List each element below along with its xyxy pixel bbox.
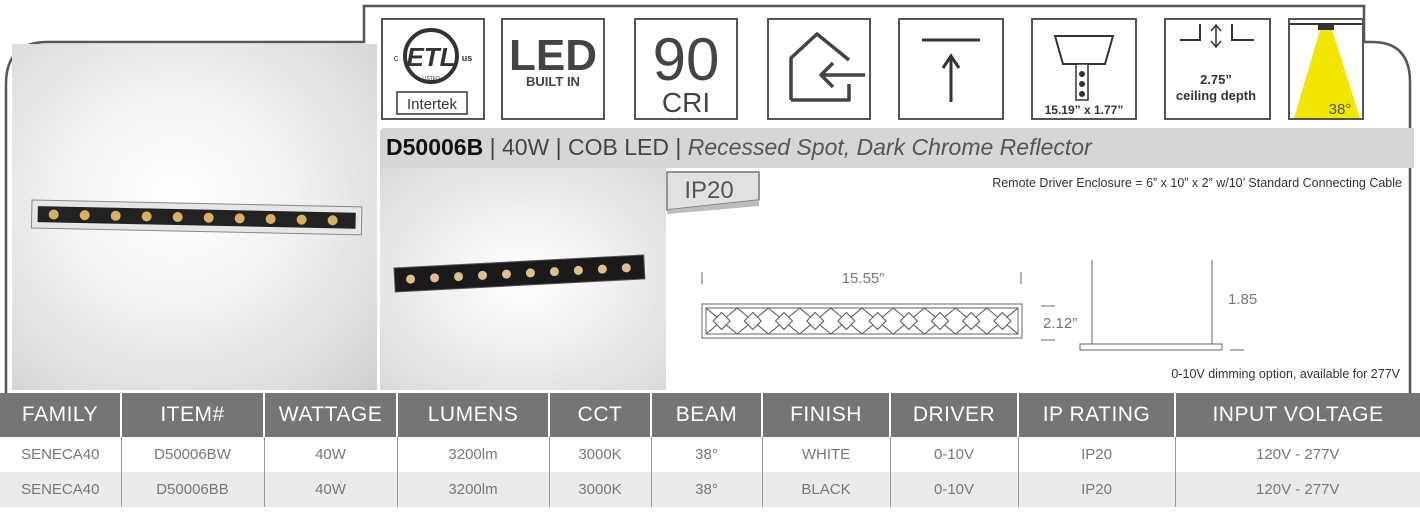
- col-header-finish: FINISH: [762, 393, 891, 437]
- cell-family: SENECA40: [0, 437, 122, 472]
- cell-beam: 38°: [651, 472, 763, 507]
- ip-badge-text: IP20: [684, 177, 733, 204]
- cell-wattage: 40W: [264, 472, 398, 507]
- cell-lumens: 3200lm: [397, 437, 550, 472]
- spec-table: FAMILY ITEM# WATTAGE LUMENS CCT BEAM FIN…: [0, 393, 1420, 507]
- beam-angle-icon: 38°: [1288, 18, 1364, 120]
- dimensions-label-text: 15.19” x 1.77”: [1045, 103, 1124, 117]
- col-header-driver: DRIVER: [890, 393, 1019, 437]
- height-dimension: 1.85”: [1228, 291, 1258, 308]
- ceiling-value-text: 2.75”: [1200, 72, 1232, 87]
- col-header-wattage: WATTAGE: [264, 393, 398, 437]
- length-dimension: 15.55”: [842, 270, 885, 287]
- title-separator: |: [669, 134, 688, 160]
- indoor-use-icon: [767, 18, 871, 120]
- cell-input-voltage: 120V - 277V: [1175, 437, 1420, 472]
- ceiling-depth-icon: 2.75” ceiling depth: [1164, 18, 1271, 120]
- etl-c-text: c: [394, 53, 399, 63]
- table-row: SENECA40 D50006BW 40W 3200lm 3000K 38° W…: [0, 437, 1420, 472]
- cell-cct: 3000K: [549, 472, 652, 507]
- dimming-note: 0-10V dimming option, available for 277V: [1171, 367, 1400, 381]
- fixture-drawing-side: [1079, 260, 1223, 351]
- cell-driver: 0-10V: [890, 472, 1019, 507]
- cri-label-text: CRI: [662, 87, 710, 118]
- cell-ip-rating: IP20: [1018, 437, 1176, 472]
- col-header-lumens: LUMENS: [397, 393, 550, 437]
- cell-item: D50006BW: [121, 437, 265, 472]
- cell-lumens: 3200lm: [397, 472, 550, 507]
- cell-wattage: 40W: [264, 437, 398, 472]
- cri-value-text: 90: [653, 26, 720, 93]
- ceiling-label-text: ceiling depth: [1176, 88, 1256, 103]
- col-header-family: FAMILY: [0, 393, 122, 437]
- col-header-input-voltage: INPUT VOLTAGE: [1175, 393, 1420, 437]
- etl-mark-text: ETL: [406, 42, 455, 72]
- led-big-text: LED: [509, 31, 597, 80]
- width-dimension: 2.12”: [1043, 315, 1077, 332]
- direct-light-icon: [898, 18, 1004, 120]
- led-built-in-icon: LED BUILT IN: [501, 18, 605, 120]
- cri-icon: 90 CRI: [634, 18, 738, 120]
- product-code: D50006B: [386, 134, 484, 160]
- product-title-bar: D50006B | 40W | COB LED | Recessed Spot,…: [380, 128, 1414, 168]
- col-header-item: ITEM#: [121, 393, 265, 437]
- led-small-text: BUILT IN: [526, 74, 580, 89]
- remote-driver-note: Remote Driver Enclosure = 6” x 10” x 2” …: [992, 176, 1402, 190]
- cell-cct: 3000K: [549, 437, 652, 472]
- etl-listed-text: LISTED: [422, 76, 440, 82]
- dimensions-icon: 15.19” x 1.77”: [1031, 18, 1137, 120]
- col-header-ip-rating: IP RATING: [1018, 393, 1176, 437]
- title-separator: |: [549, 134, 569, 160]
- fixture-image-black: [393, 254, 646, 293]
- cell-finish: BLACK: [762, 472, 891, 507]
- cell-input-voltage: 120V - 277V: [1175, 472, 1420, 507]
- col-header-cct: CCT: [549, 393, 652, 437]
- etl-brand-text: Intertek: [407, 96, 458, 113]
- cell-item: D50006BB: [121, 472, 265, 507]
- cell-family: SENECA40: [0, 472, 122, 507]
- etl-us-text: us: [462, 53, 473, 63]
- product-description: Recessed Spot, Dark Chrome Reflector: [687, 134, 1092, 160]
- product-photo-installed: [12, 44, 377, 390]
- product-wattage: 40W: [501, 134, 550, 160]
- table-header-row: FAMILY ITEM# WATTAGE LUMENS CCT BEAM FIN…: [0, 393, 1420, 437]
- table-row: SENECA40 D50006BB 40W 3200lm 3000K 38° B…: [0, 472, 1420, 507]
- title-separator: |: [483, 134, 502, 160]
- cell-driver: 0-10V: [890, 437, 1019, 472]
- cell-beam: 38°: [651, 437, 763, 472]
- ip-rating-badge: IP20: [665, 170, 761, 214]
- technical-drawing: 15.55” 2.12” 1.85”: [701, 260, 1258, 351]
- product-type: COB LED: [568, 134, 669, 160]
- cell-finish: WHITE: [762, 437, 891, 472]
- cell-ip-rating: IP20: [1018, 472, 1176, 507]
- beam-angle-text: 38°: [1329, 101, 1352, 118]
- product-photo-black: [380, 168, 666, 390]
- col-header-beam: BEAM: [651, 393, 763, 437]
- etl-listed-icon: ETL c us LISTED Intertek: [381, 18, 485, 120]
- fixture-image: [30, 199, 363, 236]
